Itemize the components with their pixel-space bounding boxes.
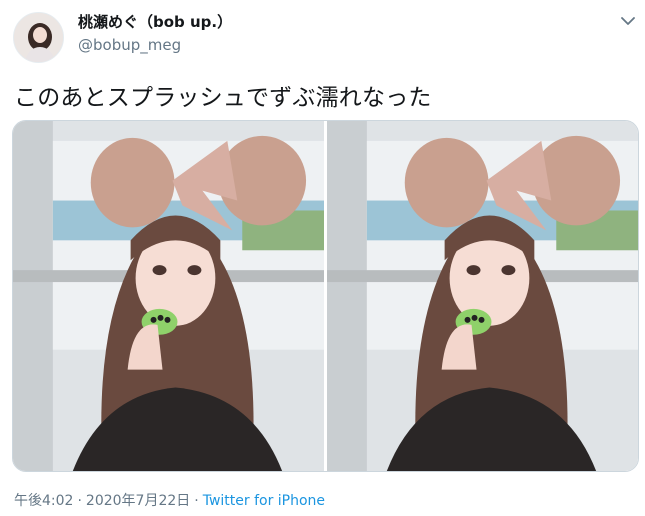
separator: · — [77, 493, 82, 509]
tweet-photo[interactable] — [327, 121, 638, 471]
chevron-down-icon — [621, 11, 635, 30]
tweet-footer: 午後4:02 · 2020年7月22日 · Twitter for iPhone — [14, 490, 325, 510]
tweet-time[interactable]: 午後4:02 — [14, 493, 73, 509]
user-handle[interactable]: @bobup_meg — [78, 36, 181, 54]
tweet-text: このあとスプラッシュでずぶ濡れなった — [14, 85, 432, 111]
media-grid — [12, 120, 639, 472]
tweet-date[interactable]: 2020年7月22日 — [86, 493, 190, 509]
tweet-source-link[interactable]: Twitter for iPhone — [203, 493, 325, 509]
more-options-button[interactable] — [618, 10, 638, 30]
tweet-photo[interactable] — [13, 121, 324, 471]
avatar[interactable] — [13, 12, 64, 63]
separator: · — [194, 493, 199, 509]
display-name[interactable]: 桃瀬めぐ（bob up.） — [78, 11, 232, 32]
